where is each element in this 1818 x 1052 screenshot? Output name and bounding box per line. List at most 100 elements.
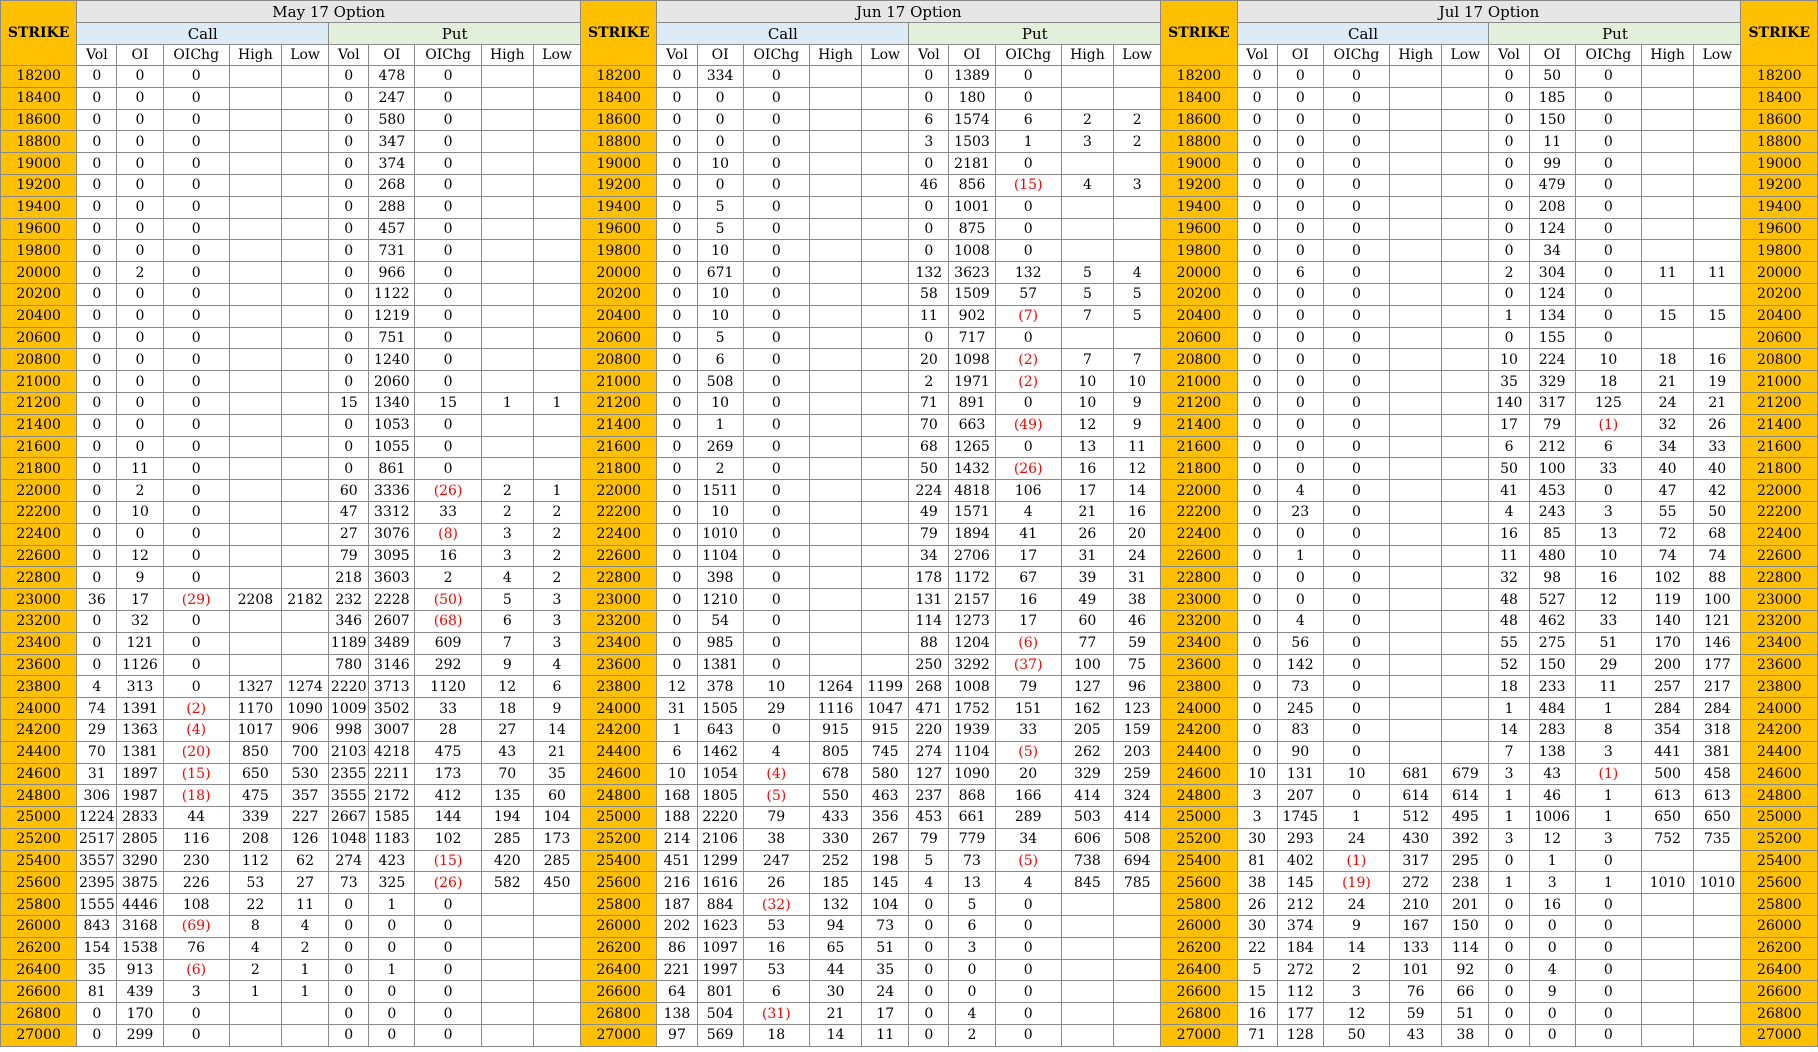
- data-cell: 33: [414, 500, 482, 524]
- data-cell: 99: [1528, 152, 1576, 175]
- data-cell: 330: [808, 827, 863, 851]
- data-cell: 0: [162, 108, 230, 132]
- data-cell: 127: [1060, 675, 1115, 699]
- data-cell: 0: [1322, 86, 1391, 110]
- data-cell: 134: [1528, 304, 1576, 328]
- data-cell: 430: [1389, 827, 1443, 851]
- strike-cell: 23600: [1160, 653, 1238, 677]
- strike-cell: 19200: [1740, 173, 1818, 197]
- data-cell: 1381: [696, 653, 744, 677]
- data-cell: [861, 217, 910, 241]
- data-cell: 850: [228, 740, 282, 764]
- data-cell: 0: [1276, 195, 1324, 219]
- strike-cell: 19000: [1160, 152, 1238, 175]
- data-cell: [1441, 304, 1490, 328]
- data-cell: [1060, 239, 1115, 263]
- data-cell: [861, 261, 910, 284]
- data-cell: 0: [1276, 370, 1324, 393]
- data-cell: [1389, 457, 1443, 481]
- strike-cell: 18200: [1740, 65, 1818, 88]
- column-header-high: High: [808, 44, 863, 66]
- data-cell: 60: [532, 784, 582, 808]
- data-cell: [808, 522, 863, 546]
- data-cell: [228, 522, 282, 546]
- data-cell: 3875: [116, 871, 164, 895]
- data-cell: 0: [908, 936, 950, 960]
- data-cell: 2: [1322, 958, 1391, 982]
- data-cell: 0: [656, 500, 698, 524]
- strike-cell: 24600: [1740, 762, 1818, 786]
- data-cell: [808, 239, 863, 263]
- data-cell: 0: [1488, 195, 1530, 219]
- strike-cell: 20400: [1160, 304, 1238, 328]
- data-cell: 313: [116, 675, 164, 699]
- data-cell: (37): [994, 653, 1062, 677]
- data-cell: 74: [76, 697, 118, 720]
- data-cell: 184: [1276, 936, 1324, 960]
- data-cell: 843: [76, 915, 118, 938]
- data-cell: [861, 653, 910, 677]
- table-row: 22200 0 10 0 47 3312 33 2 2 22200 0 10 0 49 1571 4 21 16 2…: [0, 500, 1818, 524]
- data-cell: 2106: [696, 827, 744, 851]
- data-cell: [1441, 86, 1490, 110]
- data-cell: 2805: [116, 827, 164, 851]
- strike-cell: 22800: [1160, 566, 1238, 590]
- data-cell: 0: [162, 609, 230, 633]
- strike-cell: 22400: [1160, 522, 1238, 546]
- data-cell: 2: [532, 500, 582, 524]
- data-cell: 0: [994, 239, 1062, 263]
- data-cell: 79: [742, 806, 810, 829]
- data-cell: 1189: [328, 631, 370, 655]
- data-cell: 3: [532, 609, 582, 633]
- data-cell: [532, 282, 582, 306]
- data-cell: 1098: [948, 348, 996, 372]
- data-cell: [861, 391, 910, 415]
- data-cell: 508: [1112, 827, 1162, 851]
- data-cell: 671: [696, 261, 744, 284]
- data-cell: [228, 326, 282, 350]
- data-cell: 1: [1574, 871, 1642, 895]
- data-cell: [228, 130, 282, 154]
- column-header-oichg: OIChg: [742, 44, 810, 66]
- data-cell: 0: [908, 1002, 950, 1026]
- table-row: 21400 0 0 0 0 1053 0 21400 0 1 0 70 663 (49) 12 9 21400 0…: [0, 413, 1818, 437]
- data-cell: 170: [116, 1002, 164, 1026]
- data-cell: 325: [368, 871, 416, 895]
- data-cell: 20: [994, 762, 1062, 786]
- data-cell: [1389, 544, 1443, 568]
- data-cell: [280, 1024, 330, 1047]
- data-cell: 35: [76, 958, 118, 982]
- strike-header-2: STRIKE: [1160, 0, 1238, 66]
- column-header-low: Low: [1112, 44, 1162, 66]
- data-cell: 2: [908, 370, 950, 393]
- table-row: 24400 70 1381 (20) 850 700 2103 4218 475 43 21 2440…: [0, 740, 1818, 764]
- data-cell: 700: [280, 740, 330, 764]
- data-cell: 53: [228, 871, 282, 895]
- data-cell: 44: [162, 806, 230, 829]
- data-cell: [808, 173, 863, 197]
- column-header-high: High: [228, 44, 282, 66]
- data-cell: 0: [742, 130, 810, 154]
- data-cell: 145: [861, 871, 910, 895]
- data-cell: 0: [994, 915, 1062, 938]
- data-cell: 735: [1693, 827, 1742, 851]
- strike-cell: 22200: [0, 500, 78, 524]
- strike-cell: 20600: [0, 326, 78, 350]
- data-cell: [480, 958, 534, 982]
- data-cell: 0: [1236, 566, 1278, 590]
- data-cell: 614: [1389, 784, 1443, 808]
- strike-cell: 24400: [1160, 740, 1238, 764]
- data-cell: [280, 435, 330, 459]
- data-cell: 150: [1528, 108, 1576, 132]
- data-cell: (2): [994, 348, 1062, 372]
- strike-cell: 25000: [0, 806, 78, 829]
- data-cell: 752: [1640, 827, 1695, 851]
- strike-header-3: STRIKE: [1740, 0, 1818, 66]
- data-cell: 0: [1322, 195, 1391, 219]
- data-cell: (18): [162, 784, 230, 808]
- data-cell: 1273: [948, 609, 996, 633]
- data-cell: 0: [1276, 282, 1324, 306]
- data-cell: 4446: [116, 893, 164, 917]
- data-cell: 64: [656, 980, 698, 1004]
- data-cell: 101: [1389, 958, 1443, 982]
